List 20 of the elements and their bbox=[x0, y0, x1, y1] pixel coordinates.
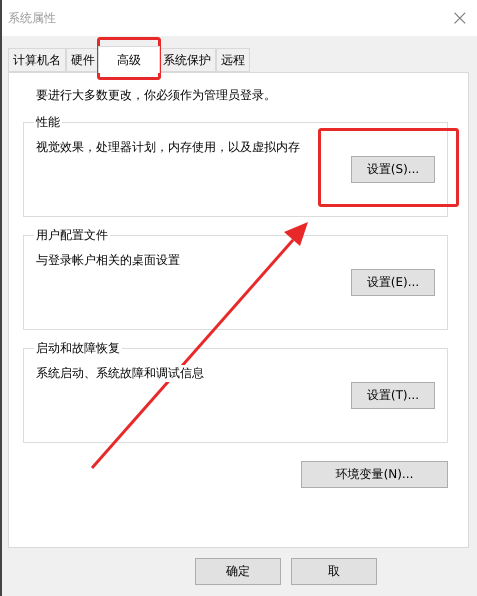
group-title: 启动和故障恢复 bbox=[35, 340, 121, 357]
close-button[interactable]: × bbox=[450, 6, 469, 30]
group-title: 性能 bbox=[34, 114, 61, 131]
group-description: 视觉效果，处理器计划，内存使用，以及虚拟内存 bbox=[36, 139, 300, 156]
dialog-button[interactable]: 取 bbox=[291, 558, 377, 585]
tab[interactable]: 系统保护 bbox=[158, 48, 216, 72]
group-description: 与登录帐户相关的桌面设置 bbox=[36, 252, 180, 269]
settings-button[interactable]: 设置(S)... bbox=[351, 156, 435, 183]
group-description: 系统启动、系统故障和调试信息 bbox=[36, 365, 204, 382]
group-title: 用户配置文件 bbox=[35, 227, 109, 244]
settings-button[interactable]: 设置(E)... bbox=[351, 269, 435, 296]
environment-variables-button[interactable]: 环境变量(N)... bbox=[301, 461, 448, 488]
admin-notice: 要进行大多数更改，你必须作为管理员登录。 bbox=[36, 87, 277, 104]
tab[interactable]: 远程 bbox=[216, 48, 250, 72]
dialog-button[interactable]: 确定 bbox=[195, 558, 281, 585]
settings-button[interactable]: 设置(T)... bbox=[351, 382, 435, 409]
tab[interactable]: 高级 bbox=[98, 46, 160, 73]
tab[interactable]: 硬件 bbox=[66, 48, 100, 72]
tab[interactable]: 计算机名 bbox=[8, 48, 66, 72]
window-title: 系统属性 bbox=[8, 10, 56, 26]
